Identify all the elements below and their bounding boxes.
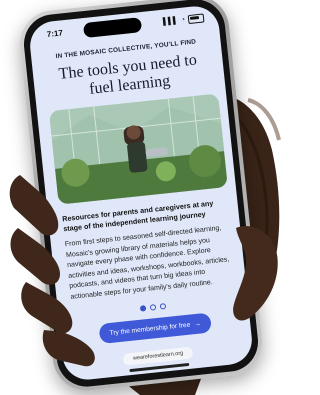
phone-device: 7:17 ▌▌▌ ◔ IN THE MOSAIC COLLECTIVE, YOU…	[0, 0, 289, 395]
wifi-icon: ◔	[180, 15, 186, 24]
body-paragraph: From first steps to seasoned self-direct…	[64, 224, 230, 301]
signal-icon: ▌▌▌	[162, 16, 179, 26]
url-text: weareforestlearn.org	[132, 350, 184, 362]
arrow-right-icon: →	[193, 319, 202, 328]
dynamic-island	[83, 16, 143, 38]
carousel-dot[interactable]	[139, 305, 147, 312]
status-icons: ▌▌▌ ◔	[162, 12, 205, 26]
phone-frame: 7:17 ▌▌▌ ◔ IN THE MOSAIC COLLECTIVE, YOU…	[16, 0, 266, 394]
page-content: IN THE MOSAIC COLLECTIVE, YOU'LL FIND Th…	[30, 28, 251, 348]
cta-label: Try the membership for free	[109, 321, 191, 337]
carousel-dot[interactable]	[149, 304, 157, 311]
phone-bezel: 7:17 ▌▌▌ ◔ IN THE MOSAIC COLLECTIVE, YOU…	[21, 0, 261, 390]
try-membership-button[interactable]: Try the membership for free →	[98, 312, 212, 345]
home-indicator	[129, 362, 190, 373]
status-time: 7:17	[46, 27, 64, 39]
battery-icon	[187, 12, 205, 24]
carousel-dot[interactable]	[159, 303, 167, 310]
phone-screen: 7:17 ▌▌▌ ◔ IN THE MOSAIC COLLECTIVE, YOU…	[27, 4, 255, 382]
greenhouse-photo	[48, 93, 228, 205]
